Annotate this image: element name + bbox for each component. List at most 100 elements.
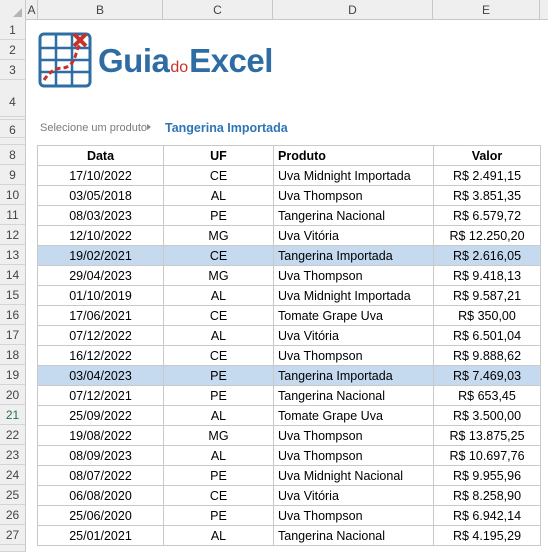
cell-date[interactable]: 08/03/2023 [37,205,164,226]
cell-date[interactable]: 06/08/2020 [37,485,164,506]
cell-value[interactable]: R$ 12.250,20 [433,225,541,246]
cell-product[interactable]: Tangerina Importada [273,365,434,386]
row-header-6[interactable]: 6 [0,120,26,138]
cell-uf[interactable]: CE [163,485,274,506]
row-header-15[interactable]: 15 [0,285,26,305]
cell-value[interactable]: R$ 10.697,76 [433,445,541,466]
cell-uf[interactable]: AL [163,445,274,466]
cell-date[interactable]: 12/10/2022 [37,225,164,246]
column-header-b[interactable]: B [38,0,163,20]
cell-uf[interactable]: AL [163,525,274,546]
cell-date[interactable]: 29/04/2023 [37,265,164,286]
row-header-7[interactable]: 7 [0,138,26,145]
column-header-c[interactable]: C [163,0,273,20]
header-uf[interactable]: UF [163,145,274,166]
row-header-3[interactable]: 3 [0,60,26,80]
row-header-19[interactable]: 19 [0,365,26,385]
cell-date[interactable]: 07/12/2021 [37,385,164,406]
cell-date[interactable]: 25/01/2021 [37,525,164,546]
cell-date[interactable]: 25/09/2022 [37,405,164,426]
cell-uf[interactable]: AL [163,325,274,346]
cell-product[interactable]: Tangerina Nacional [273,385,434,406]
cell-uf[interactable]: PE [163,505,274,526]
row-header-4[interactable]: 4 [0,80,26,117]
cell-uf[interactable]: AL [163,285,274,306]
product-selector-cell[interactable]: Tangerina Importada [165,121,288,135]
row-header-1[interactable]: 1 [0,20,26,40]
cell-value[interactable]: R$ 9.888,62 [433,345,541,366]
cell-uf[interactable]: MG [163,265,274,286]
row-header-23[interactable]: 23 [0,445,26,465]
row-header-18[interactable]: 18 [0,345,26,365]
cell-product[interactable]: Tomate Grape Uva [273,305,434,326]
header-date[interactable]: Data [37,145,164,166]
cell-date[interactable]: 03/04/2023 [37,365,164,386]
cell-date[interactable]: 07/12/2022 [37,325,164,346]
cell-uf[interactable]: PE [163,365,274,386]
cell-uf[interactable]: PE [163,465,274,486]
row-header-24[interactable]: 24 [0,465,26,485]
cell-product[interactable]: Uva Thompson [273,445,434,466]
row-header-26[interactable]: 26 [0,505,26,525]
cell-product[interactable]: Tangerina Importada [273,245,434,266]
cell-uf[interactable]: CE [163,305,274,326]
cell-uf[interactable]: MG [163,225,274,246]
cell-value[interactable]: R$ 2.491,15 [433,165,541,186]
cell-date[interactable]: 25/06/2020 [37,505,164,526]
cell-date[interactable]: 08/07/2022 [37,465,164,486]
cell-date[interactable]: 19/08/2022 [37,425,164,446]
cell-product[interactable]: Tomate Grape Uva [273,405,434,426]
cell-uf[interactable]: PE [163,385,274,406]
cell-product[interactable]: Uva Midnight Importada [273,165,434,186]
row-header-11[interactable]: 11 [0,205,26,225]
cell-value[interactable]: R$ 6.579,72 [433,205,541,226]
column-header-e[interactable]: E [433,0,540,20]
row-header-27[interactable]: 27 [0,525,26,545]
cell-product[interactable]: Tangerina Nacional [273,525,434,546]
row-header-20[interactable]: 20 [0,385,26,405]
cell-value[interactable]: R$ 8.258,90 [433,485,541,506]
select-all-corner[interactable] [0,0,26,20]
header-product[interactable]: Produto [273,145,434,166]
row-header-10[interactable]: 10 [0,185,26,205]
row-header-13[interactable]: 13 [0,245,26,265]
cell-product[interactable]: Uva Thompson [273,425,434,446]
column-header-d[interactable]: D [273,0,433,20]
cell-product[interactable]: Uva Vitória [273,325,434,346]
cell-value[interactable]: R$ 4.195,29 [433,525,541,546]
cell-product[interactable]: Uva Thompson [273,265,434,286]
row-header-21[interactable]: 21 [0,405,26,425]
row-header-14[interactable]: 14 [0,265,26,285]
row-header-2[interactable]: 2 [0,40,26,60]
cell-value[interactable]: R$ 653,45 [433,385,541,406]
cell-value[interactable]: R$ 6.501,04 [433,325,541,346]
cell-uf[interactable]: PE [163,205,274,226]
cell-product[interactable]: Uva Midnight Nacional [273,465,434,486]
row-header-12[interactable]: 12 [0,225,26,245]
cell-date[interactable]: 01/10/2019 [37,285,164,306]
row-header-25[interactable]: 25 [0,485,26,505]
cell-value[interactable]: R$ 13.875,25 [433,425,541,446]
cell-value[interactable]: R$ 350,00 [433,305,541,326]
cell-value[interactable]: R$ 3.851,35 [433,185,541,206]
cell-product[interactable]: Uva Thompson [273,185,434,206]
cell-date[interactable]: 03/05/2018 [37,185,164,206]
cell-uf[interactable]: MG [163,425,274,446]
cell-date[interactable]: 17/06/2021 [37,305,164,326]
cell-uf[interactable]: AL [163,405,274,426]
cell-date[interactable]: 19/02/2021 [37,245,164,266]
column-header-a[interactable]: A [26,0,38,20]
cell-uf[interactable]: CE [163,245,274,266]
cell-product[interactable]: Uva Thompson [273,505,434,526]
row-header-28[interactable] [0,545,26,552]
cell-date[interactable]: 08/09/2023 [37,445,164,466]
cell-value[interactable]: R$ 9.418,13 [433,265,541,286]
cell-uf[interactable]: AL [163,185,274,206]
header-value[interactable]: Valor [433,145,541,166]
cell-value[interactable]: R$ 7.469,03 [433,365,541,386]
row-header-22[interactable]: 22 [0,425,26,445]
cell-value[interactable]: R$ 3.500,00 [433,405,541,426]
row-header-8[interactable]: 8 [0,145,26,165]
row-header-16[interactable]: 16 [0,305,26,325]
cell-date[interactable]: 16/12/2022 [37,345,164,366]
